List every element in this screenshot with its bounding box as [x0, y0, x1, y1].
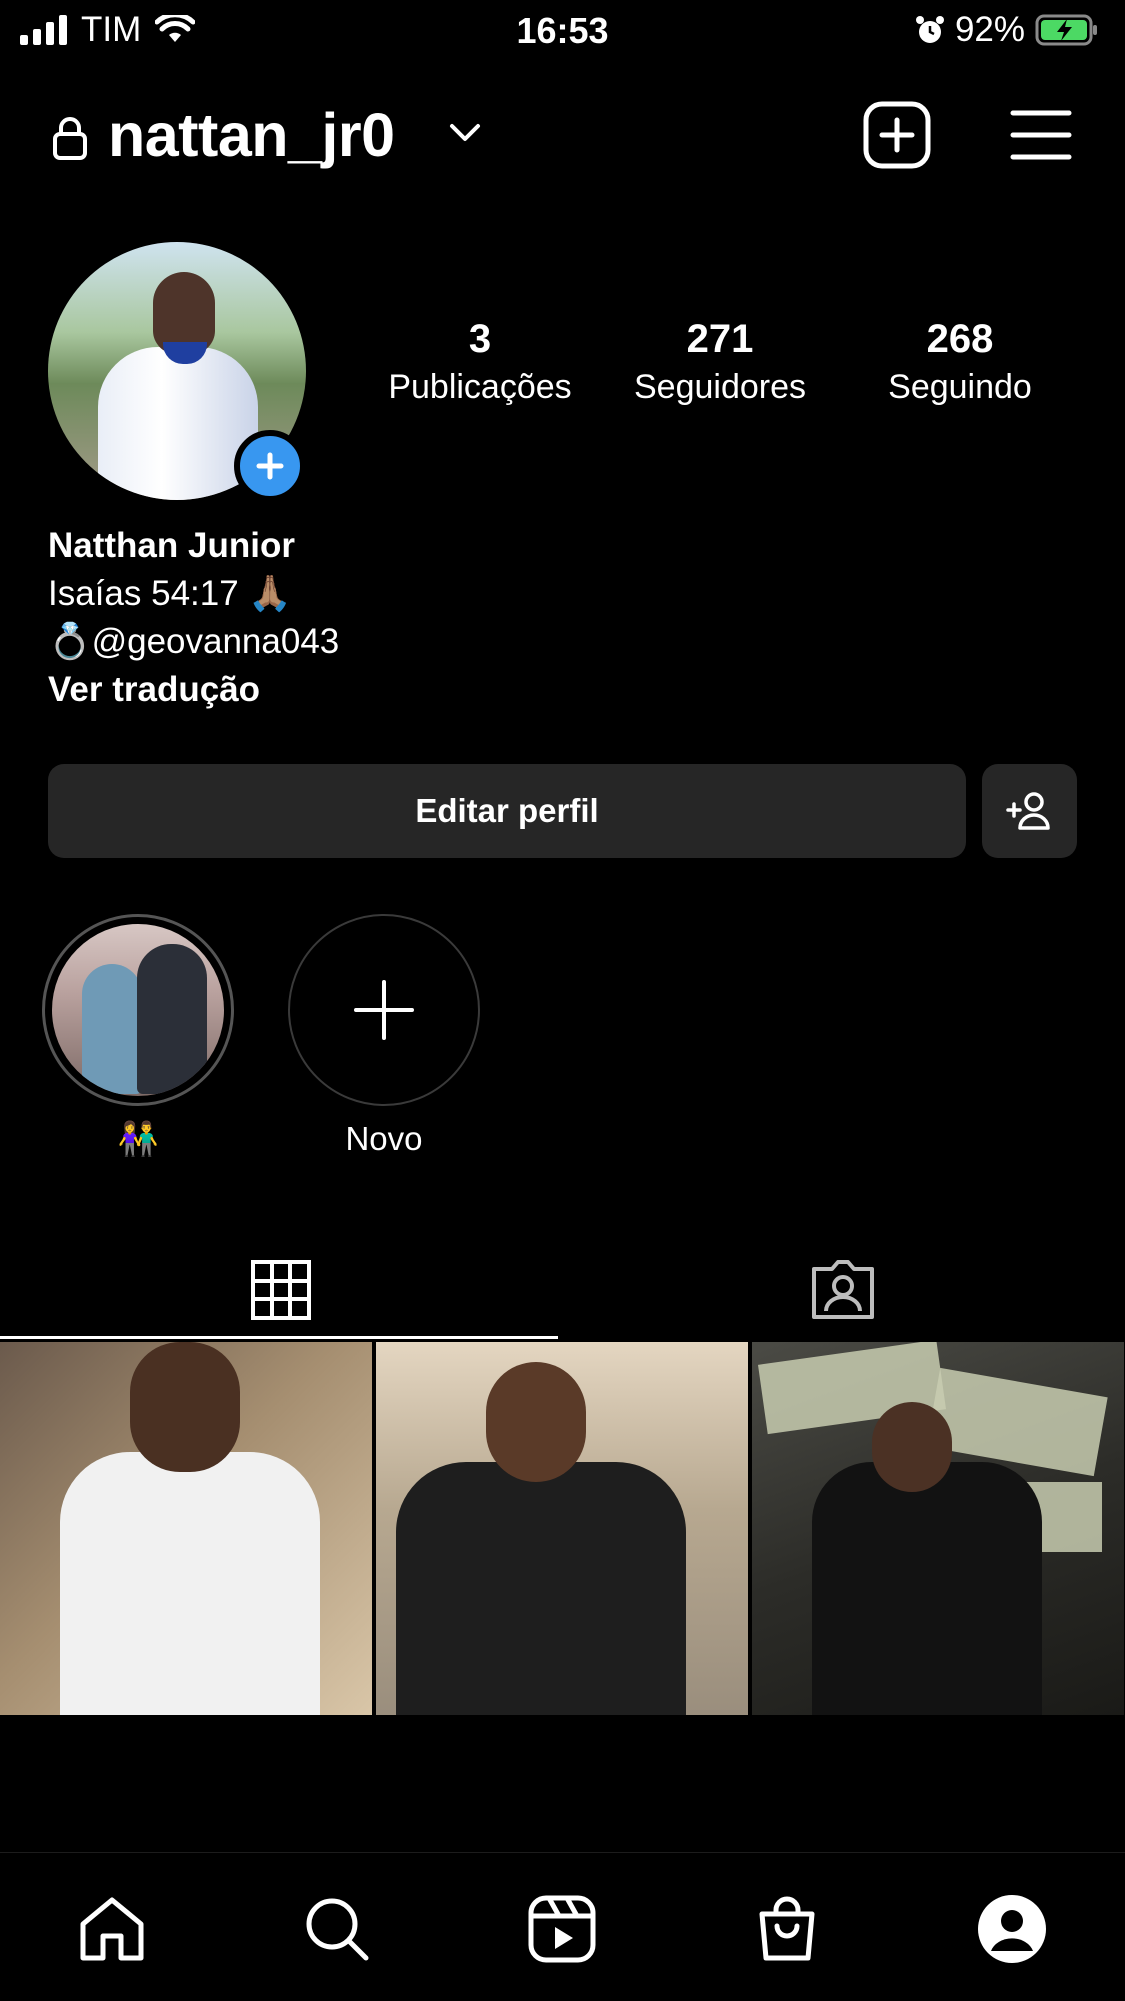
plus-icon: [354, 980, 414, 1040]
stat-following-value: 268: [926, 317, 994, 361]
bottom-nav: [0, 1852, 1125, 2001]
menu-icon[interactable]: [1010, 108, 1072, 162]
post-thumbnail[interactable]: [752, 1342, 1124, 1715]
reels-icon: [528, 1895, 596, 1963]
chevron-down-icon[interactable]: [448, 120, 482, 144]
stat-followers-label: Seguidores: [633, 368, 806, 406]
highlight-new-label: Novo: [345, 1120, 423, 1157]
bio-line-mention[interactable]: 💍@geovanna043: [48, 618, 339, 666]
nav-home[interactable]: [74, 1891, 150, 1967]
posts-grid: [0, 1342, 1125, 1715]
status-right: 92%: [915, 10, 1099, 50]
plus-icon: [256, 452, 284, 480]
highlight-ring: [42, 914, 234, 1106]
shop-icon: [759, 1896, 815, 1961]
highlight-new[interactable]: Novo: [288, 914, 480, 1158]
edit-profile-button[interactable]: Editar perfil: [48, 764, 966, 858]
nav-shop[interactable]: [749, 1891, 825, 1967]
search-icon: [306, 1898, 369, 1961]
add-person-icon: [1005, 792, 1050, 830]
stat-following[interactable]: 268 Seguindo: [840, 315, 1080, 411]
discover-people-button[interactable]: [982, 764, 1077, 858]
tagged-icon: [812, 1260, 874, 1319]
highlight-new-ring: [288, 914, 480, 1106]
profile-screen: TIM 16:53 92% nattan_jr0 3 Publicações 2…: [0, 0, 1125, 2001]
new-post-icon[interactable]: [862, 100, 932, 170]
profile-tabs: [0, 1240, 1125, 1340]
nav-profile[interactable]: [974, 1891, 1050, 1967]
see-translation-link[interactable]: Ver tradução: [48, 666, 339, 714]
add-story-badge[interactable]: [234, 430, 306, 502]
alarm-icon: [915, 16, 944, 43]
home-icon: [80, 1897, 144, 1961]
stat-followers[interactable]: 271 Seguidores: [600, 315, 840, 411]
status-bar: TIM 16:53 92%: [0, 0, 1125, 62]
stat-following-label: Seguindo: [888, 368, 1032, 406]
profile-bio: Natthan Junior Isaías 54:17 🙏🏽 💍@geovann…: [48, 522, 339, 714]
tab-tagged[interactable]: [562, 1240, 1124, 1340]
bio-line-verse: Isaías 54:17 🙏🏽: [48, 574, 292, 613]
stat-posts[interactable]: 3 Publicações: [360, 315, 600, 411]
nav-search[interactable]: [299, 1891, 375, 1967]
active-tab-indicator: [0, 1336, 558, 1339]
highlight-cover: [52, 924, 224, 1096]
profile-header: nattan_jr0: [0, 100, 1125, 180]
display-name: Natthan Junior: [48, 526, 295, 565]
lock-icon: [53, 117, 87, 160]
username-switcher[interactable]: nattan_jr0: [108, 100, 395, 170]
tab-grid[interactable]: [0, 1240, 562, 1340]
battery-charging-icon: [1035, 14, 1097, 46]
post-thumbnail[interactable]: [0, 1342, 372, 1715]
avatar-photo-body: [98, 347, 258, 500]
profile-icon: [978, 1895, 1046, 1963]
grid-icon: [251, 1260, 311, 1320]
stat-followers-value: 271: [686, 317, 754, 361]
post-thumbnail[interactable]: [376, 1342, 748, 1715]
highlight-couple[interactable]: 👫: [42, 914, 234, 1159]
stat-posts-value: 3: [468, 317, 492, 361]
battery-percentage: 92%: [954, 10, 1025, 49]
nav-reels[interactable]: [524, 1891, 600, 1967]
profile-stats: 3 Publicações 271 Seguidores 268 Seguind…: [360, 315, 1100, 411]
highlight-label: 👫: [117, 1120, 159, 1157]
stat-posts-label: Publicações: [388, 368, 572, 406]
